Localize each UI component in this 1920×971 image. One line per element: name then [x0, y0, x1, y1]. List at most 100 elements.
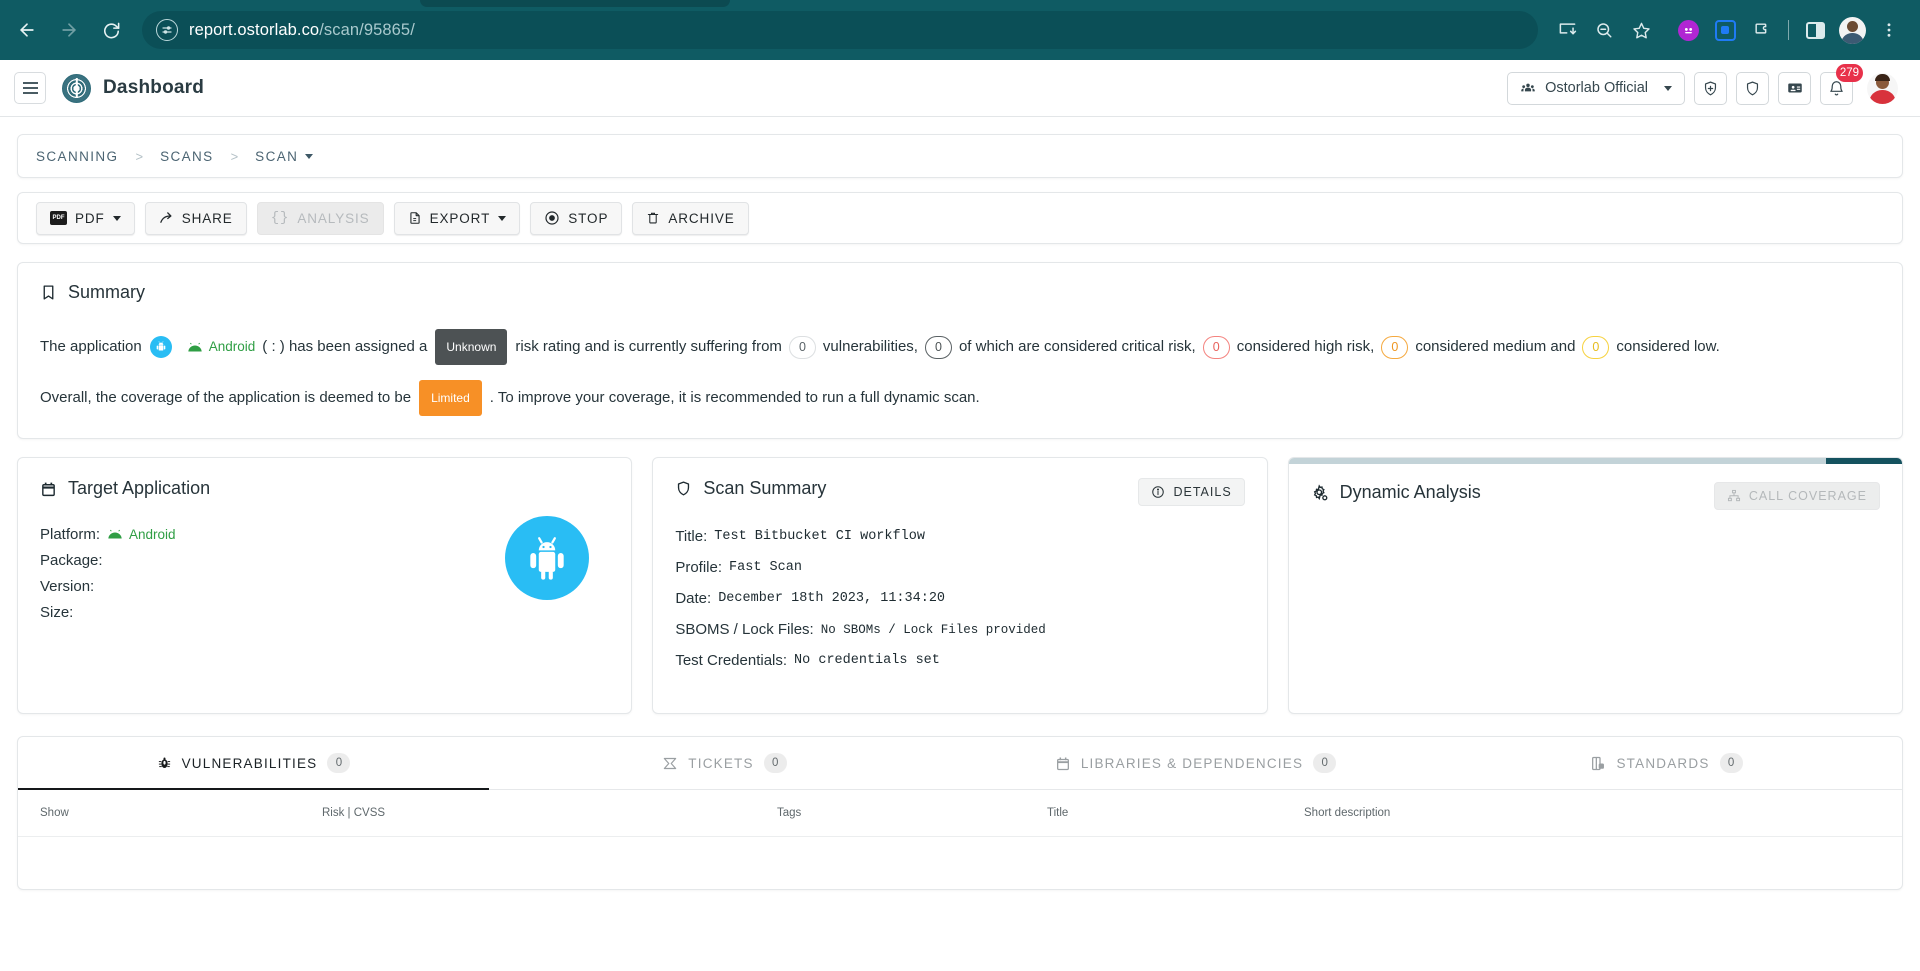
hamburger-menu-icon[interactable] [14, 72, 46, 104]
extensions-puzzle-icon[interactable] [1745, 13, 1779, 47]
tab-libraries-and-dependencies[interactable]: LIBRARIES & DEPENDENCIES 0 [960, 737, 1431, 789]
install-app-icon[interactable] [1550, 13, 1584, 47]
column-header-tags[interactable]: Tags [777, 807, 1047, 819]
chevron-down-icon [305, 154, 313, 159]
column-header-short-description[interactable]: Short description [1304, 807, 1390, 819]
column-header-title[interactable]: Title [1047, 807, 1304, 819]
breadcrumb-item-scan[interactable]: SCAN [255, 149, 313, 164]
reload-icon[interactable] [92, 11, 130, 49]
summary-text: vulnerabilities, [823, 333, 918, 361]
high-count: 0 [1203, 336, 1230, 359]
column-header-show[interactable]: Show [40, 807, 322, 819]
table-header: Show Risk | CVSS Tags Title Short descri… [18, 790, 1902, 837]
target-application-card: Target Application Platform: Android Pac… [17, 457, 632, 714]
side-panel-icon[interactable] [1798, 13, 1832, 47]
package-key: Package: [40, 552, 103, 569]
share-button[interactable]: SHARE [145, 202, 247, 235]
critical-count: 0 [925, 336, 952, 359]
tab-vulnerabilities[interactable]: VULNERABILITIES 0 [18, 737, 489, 789]
android-icon [107, 529, 123, 540]
summary-card: Summary The application Android ( : ) ha… [17, 262, 1903, 439]
export-file-icon [408, 210, 422, 226]
shield-icon[interactable] [1736, 72, 1769, 105]
ticket-icon [662, 756, 678, 771]
star-icon[interactable] [1624, 13, 1658, 47]
scan-profile-value: Fast Scan [729, 560, 802, 575]
info-icon [1151, 485, 1165, 499]
summary-sentence-risk: The application Android ( : ) has been a… [40, 329, 1880, 365]
browser-actions [1550, 13, 1906, 47]
address-bar[interactable]: report.ostorlab.co/scan/95865/ [142, 11, 1538, 49]
coverage-badge: Limited [419, 380, 482, 416]
summary-text: risk rating and is currently suffering f… [515, 333, 782, 361]
chevron-down-icon [113, 216, 121, 221]
extension-purple-icon[interactable] [1671, 13, 1705, 47]
android-robot-icon [505, 516, 589, 600]
horizontal-scrollbar[interactable] [1289, 458, 1902, 464]
pdf-button[interactable]: PDF PDF [36, 202, 135, 235]
bug-icon [157, 755, 172, 771]
tab-label: TICKETS [688, 756, 753, 771]
summary-sentence-coverage: Overall, the coverage of the application… [40, 380, 1880, 416]
breadcrumb-item-scanning[interactable]: SCANNING [36, 149, 118, 164]
platform-chip: Android [187, 333, 256, 361]
stop-button[interactable]: STOP [530, 202, 622, 235]
forward-arrow-icon[interactable] [50, 11, 88, 49]
low-count: 0 [1582, 336, 1609, 359]
summary-text: considered low. [1616, 333, 1719, 361]
shield-icon [675, 479, 692, 498]
scan-title-row: Title: Test Bitbucket CI workflow [675, 528, 1244, 545]
tab-label: LIBRARIES & DEPENDENCIES [1081, 756, 1303, 771]
url-text: report.ostorlab.co/scan/95865/ [189, 21, 415, 40]
browser-toolbar: report.ostorlab.co/scan/95865/ [0, 0, 1920, 60]
target-application-title: Target Application [40, 478, 609, 499]
summary-text: considered high risk, [1237, 333, 1375, 361]
ostorlab-logo [62, 74, 91, 103]
book-icon [40, 283, 57, 302]
avatar[interactable] [1867, 73, 1898, 104]
chrome-menu-icon[interactable] [1872, 13, 1906, 47]
bell-icon[interactable]: 279 [1820, 72, 1853, 105]
column-header-risk-cvss[interactable]: Risk | CVSS [322, 807, 777, 819]
ticket-icon[interactable] [1778, 72, 1811, 105]
scan-profile-key: Profile: [675, 559, 722, 576]
calendar-icon [1055, 755, 1071, 772]
share-icon [159, 211, 174, 226]
coverage-text: Overall, the coverage of the application… [40, 384, 411, 412]
call-coverage-button[interactable]: CALL COVERAGE [1714, 482, 1880, 510]
archive-button[interactable]: ARCHIVE [632, 202, 748, 235]
android-icon [187, 342, 203, 353]
brand: Dashboard [62, 74, 204, 103]
tab-tickets[interactable]: TICKETS 0 [489, 737, 960, 789]
zoom-icon[interactable] [1587, 13, 1621, 47]
details-button[interactable]: DETAILS [1138, 478, 1244, 506]
tab-standards[interactable]: STANDARDS 0 [1431, 737, 1902, 789]
analysis-button[interactable]: {} ANALYSIS [257, 202, 384, 235]
scan-date-key: Date: [675, 590, 711, 607]
tab-label: VULNERABILITIES [182, 756, 318, 771]
summary-text: considered medium and [1415, 333, 1575, 361]
browser-tab-strip[interactable] [420, 0, 730, 7]
scan-sboms-key: SBOMS / Lock Files: [675, 621, 813, 638]
breadcrumb-item-scans[interactable]: SCANS [160, 149, 214, 164]
chrome-profile-avatar[interactable] [1835, 13, 1869, 47]
scan-profile-row: Profile: Fast Scan [675, 559, 1244, 576]
summary-text: ( : ) has been assigned a [262, 333, 427, 361]
scan-date-row: Date: December 18th 2023, 11:34:20 [675, 590, 1244, 607]
shield-plus-icon[interactable] [1694, 72, 1727, 105]
platform-label: Android [209, 333, 256, 361]
breadcrumb: SCANNING > SCANS > SCAN [17, 134, 1903, 178]
tune-icon[interactable] [156, 19, 178, 41]
scan-date-value: December 18th 2023, 11:34:20 [718, 591, 945, 606]
scan-credentials-key: Test Credentials: [675, 652, 787, 669]
platform-value: Android [129, 527, 176, 542]
export-button[interactable]: EXPORT [394, 202, 521, 235]
tab-label: STANDARDS [1616, 756, 1709, 771]
org-selector[interactable]: Ostorlab Official [1507, 72, 1685, 105]
back-arrow-icon[interactable] [8, 11, 46, 49]
extension-blue-icon[interactable] [1708, 13, 1742, 47]
results-panel: VULNERABILITIES 0 TICKETS 0 LIBRARIES & … [17, 736, 1903, 890]
chevron-down-icon [498, 216, 506, 221]
group-icon [1520, 80, 1536, 96]
page-body: SCANNING > SCANS > SCAN PDF PDF SHARE {}… [0, 117, 1920, 890]
